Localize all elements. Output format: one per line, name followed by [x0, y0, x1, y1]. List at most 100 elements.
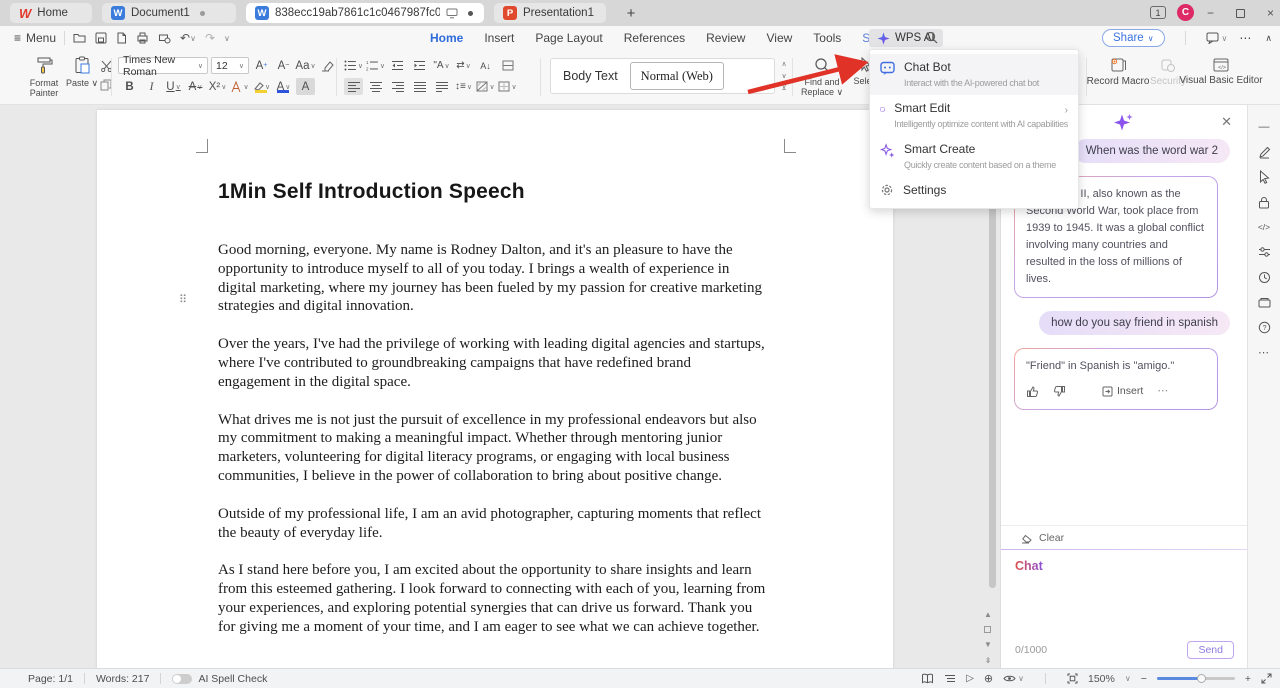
paragraph-drag-handle[interactable]: ⠿: [179, 293, 187, 306]
collapse-strip-icon[interactable]: —: [1256, 119, 1272, 135]
new-tab-button[interactable]: +: [620, 3, 642, 23]
close-button[interactable]: ×: [1267, 6, 1274, 20]
tab-active-document[interactable]: W 838ecc19ab7861c1c0467987fc0: [246, 3, 484, 23]
sort-button[interactable]: A↓: [476, 57, 495, 74]
page-indicator[interactable]: Page: 1/1: [28, 673, 73, 685]
read-mode-icon[interactable]: ▷: [966, 673, 974, 684]
more-options-button[interactable]: ⋯: [1239, 31, 1253, 45]
share-button[interactable]: Share ∨: [1102, 29, 1165, 47]
tab-menu-insert[interactable]: Insert: [484, 31, 514, 45]
clear-button[interactable]: Clear: [1001, 526, 1248, 549]
fullscreen-icon[interactable]: [1261, 673, 1272, 684]
save-button[interactable]: [95, 32, 107, 44]
superscript-button[interactable]: X²∨: [208, 78, 227, 95]
show-marks-button[interactable]: [498, 57, 517, 74]
numbered-list-button[interactable]: 12∨: [366, 57, 385, 74]
minimize-button[interactable]: −: [1207, 6, 1214, 20]
options-sliders-icon[interactable]: [1256, 244, 1272, 260]
vertical-scrollbar[interactable]: [989, 168, 996, 588]
tab-document1[interactable]: W Document1: [102, 3, 236, 23]
tab-presentation1[interactable]: P Presentation1: [494, 3, 606, 23]
close-panel-icon[interactable]: ✕: [1221, 115, 1232, 128]
bullet-list-button[interactable]: ∨: [344, 57, 363, 74]
text-direction-button[interactable]: ⇄∨: [454, 57, 473, 74]
font-name-select[interactable]: Times New Roman∨: [118, 57, 208, 74]
find-replace-button[interactable]: Find and Replace ∨: [796, 57, 848, 97]
paragraph[interactable]: As I stand here before you, I am excited…: [218, 561, 767, 636]
tab-menu-home[interactable]: Home: [430, 31, 463, 45]
lock-icon[interactable]: [1256, 194, 1272, 210]
insert-button[interactable]: Insert: [1102, 383, 1143, 400]
prev-page-icon[interactable]: ▲: [984, 610, 992, 619]
zoom-level[interactable]: 150%: [1088, 673, 1115, 685]
card-panel-icon[interactable]: [1256, 294, 1272, 310]
collapse-ribbon-button[interactable]: ∧: [1265, 33, 1272, 44]
paste-button[interactable]: Paste ∨: [62, 56, 102, 88]
undo-button[interactable]: ↶∨: [180, 31, 196, 45]
document-title[interactable]: 1Min Self Introduction Speech: [218, 180, 767, 204]
zoom-slider-thumb[interactable]: [1197, 674, 1206, 683]
window-list-badge[interactable]: 1: [1150, 6, 1166, 19]
font-size-select[interactable]: 12∨: [211, 57, 249, 74]
search-icon[interactable]: [925, 31, 938, 44]
style-body-text[interactable]: Body Text: [551, 69, 630, 83]
redo-button[interactable]: ↷: [205, 31, 215, 45]
document-page[interactable]: 1Min Self Introduction Speech Good morni…: [97, 110, 893, 668]
style-normal-web[interactable]: Normal (Web): [630, 62, 724, 90]
print-preview-button[interactable]: [158, 32, 171, 44]
open-file-button[interactable]: [73, 32, 86, 44]
decrease-font-button[interactable]: A−: [274, 57, 293, 74]
next-page-double-icon[interactable]: ⇟: [985, 656, 992, 665]
help-icon[interactable]: ?: [1256, 319, 1272, 335]
paragraph[interactable]: Outside of my professional life, I am an…: [218, 505, 767, 543]
browse-object-icon[interactable]: [984, 626, 991, 633]
user-avatar[interactable]: C: [1177, 4, 1194, 21]
align-left-button[interactable]: [344, 78, 363, 95]
highlight-color-button[interactable]: ∨: [252, 78, 271, 95]
italic-button[interactable]: I: [142, 78, 161, 95]
zoom-in-button[interactable]: +: [1245, 673, 1251, 685]
menu-item-smart-edit[interactable]: Smart Edit Intelligently optimize conten…: [870, 95, 1078, 136]
spell-check-toggle[interactable]: [172, 674, 192, 684]
tab-menu-review[interactable]: Review: [706, 31, 745, 45]
more-tools-icon[interactable]: ⋯: [1256, 344, 1272, 360]
more-actions-icon[interactable]: ⋯: [1157, 383, 1169, 400]
next-page-icon[interactable]: ▼: [984, 640, 992, 649]
change-case-button[interactable]: Aa∨: [296, 57, 315, 74]
tab-menu-references[interactable]: References: [624, 31, 685, 45]
thumbs-down-icon[interactable]: [1053, 385, 1066, 398]
fit-page-icon[interactable]: [1067, 673, 1078, 684]
eye-preview-icon[interactable]: ∨: [1003, 674, 1024, 683]
increase-indent-button[interactable]: [410, 57, 429, 74]
restore-button[interactable]: [1236, 9, 1245, 18]
styles-down-icon[interactable]: ∨: [781, 72, 786, 80]
styles-up-icon[interactable]: ∧: [781, 60, 786, 68]
decrease-indent-button[interactable]: [388, 57, 407, 74]
justify-button[interactable]: [410, 78, 429, 95]
underline-button[interactable]: U∨: [164, 78, 183, 95]
distribute-button[interactable]: [432, 78, 451, 95]
font-color-button[interactable]: A∨: [274, 78, 293, 95]
main-menu-button[interactable]: ≡ Menu: [14, 31, 56, 45]
phonetic-guide-button[interactable]: "A∨: [432, 57, 451, 74]
history-clock-icon[interactable]: [1256, 269, 1272, 285]
zoom-out-button[interactable]: −: [1141, 673, 1147, 685]
paragraph[interactable]: Over the years, I've had the privilege o…: [218, 335, 767, 391]
zoom-dropdown-icon[interactable]: ∨: [1125, 674, 1131, 683]
print-button[interactable]: [136, 32, 149, 44]
thumbs-up-icon[interactable]: [1026, 385, 1039, 398]
record-macro-button[interactable]: Record Macro: [1082, 57, 1154, 87]
menu-item-settings[interactable]: Settings: [870, 177, 1078, 204]
bold-button[interactable]: B: [120, 78, 139, 95]
char-shading-button[interactable]: A: [296, 78, 315, 95]
send-button[interactable]: Send: [1187, 641, 1234, 659]
styles-more-icon[interactable]: ⊻: [781, 84, 786, 92]
clear-format-button[interactable]: [318, 57, 337, 74]
web-layout-icon[interactable]: ⊕: [984, 672, 993, 685]
text-effects-button[interactable]: ∨: [230, 78, 249, 95]
word-count[interactable]: Words: 217: [96, 673, 150, 685]
menu-item-chat-bot[interactable]: Chat Bot Interact with the AI-powered ch…: [870, 54, 1078, 95]
line-spacing-button[interactable]: ↕≡∨: [454, 78, 473, 95]
select-cursor-icon[interactable]: [1256, 169, 1272, 185]
toolbar-more-icon[interactable]: ∨: [224, 34, 230, 43]
